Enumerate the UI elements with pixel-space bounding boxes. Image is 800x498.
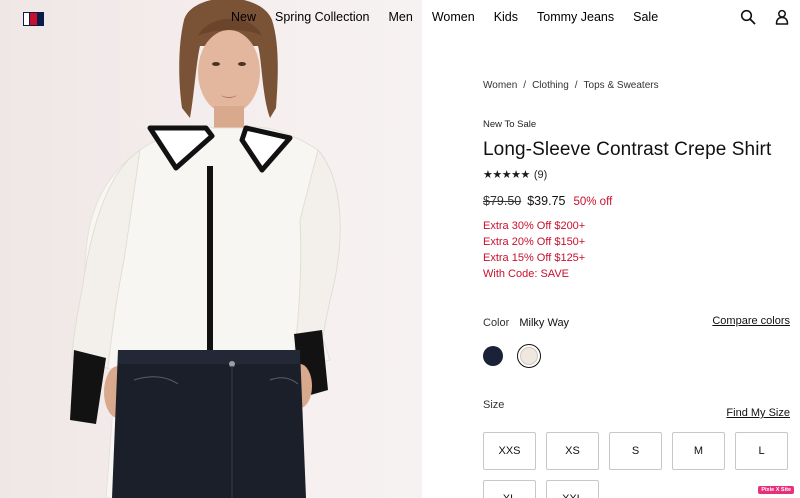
sale-price: $39.75	[527, 194, 566, 208]
promo-line: Extra 30% Off $200+	[483, 220, 586, 232]
color-swatch-milky-way-selected[interactable]	[517, 344, 541, 368]
product-details-panel: Women / Clothing / Tops & Sweaters New T…	[422, 0, 800, 498]
original-price: $79.50	[483, 194, 522, 208]
pixie-widget-badge[interactable]: Pixie X Site	[758, 486, 794, 494]
color-swatch-milky-way-fill	[520, 347, 538, 365]
logo-navy-block	[37, 12, 44, 26]
product-badge: New To Sale	[483, 119, 537, 130]
breadcrumb-women[interactable]: Women	[483, 80, 517, 91]
size-options: XXS XS S M L XL XXL	[483, 432, 791, 498]
nav-link-new[interactable]: New	[231, 10, 256, 24]
size-button-l[interactable]: L	[735, 432, 788, 470]
price-block: $79.50 $39.75 50% off	[483, 194, 612, 208]
size-button-m[interactable]: M	[672, 432, 725, 470]
rating-stars: ★★★★★	[483, 169, 530, 181]
review-count[interactable]: (9)	[534, 169, 547, 181]
model-illustration	[70, 0, 341, 498]
product-title: Long-Sleeve Contrast Crepe Shirt	[483, 139, 772, 160]
selected-color-name: Milky Way	[519, 317, 570, 329]
color-selector-header: Color Milky Way	[483, 317, 569, 329]
color-swatch-navy[interactable]	[483, 346, 503, 366]
size-button-xl[interactable]: XL	[483, 480, 536, 498]
logo-red-block	[30, 12, 37, 26]
promo-code-line: With Code: SAVE	[483, 268, 569, 280]
breadcrumb-clothing[interactable]: Clothing	[532, 80, 569, 91]
color-label: Color	[483, 317, 510, 329]
logo-white-block	[23, 12, 30, 26]
size-button-xxs[interactable]: XXS	[483, 432, 536, 470]
nav-link-men[interactable]: Men	[389, 10, 413, 24]
brand-logo[interactable]	[23, 12, 44, 26]
breadcrumb-tops-sweaters[interactable]: Tops & Sweaters	[584, 80, 659, 91]
compare-colors-link[interactable]: Compare colors	[712, 315, 790, 327]
promo-line: Extra 20% Off $150+	[483, 236, 586, 248]
nav-link-spring-collection[interactable]: Spring Collection	[275, 10, 370, 24]
color-swatches	[483, 344, 541, 368]
size-button-s[interactable]: S	[609, 432, 662, 470]
discount-label: 50% off	[573, 196, 613, 208]
promo-line: Extra 15% Off $125+	[483, 252, 586, 264]
size-button-xs[interactable]: XS	[546, 432, 599, 470]
size-label: Size	[483, 399, 505, 411]
breadcrumb: Women / Clothing / Tops & Sweaters	[483, 80, 659, 91]
product-rating[interactable]: ★★★★★ (9)	[483, 168, 547, 182]
promo-list: Extra 30% Off $200+ Extra 20% Off $150+ …	[483, 218, 585, 282]
product-hero-image	[0, 0, 422, 498]
breadcrumb-separator: /	[523, 80, 527, 91]
breadcrumb-separator: /	[574, 80, 578, 91]
size-button-xxl[interactable]: XXL	[546, 480, 599, 498]
find-my-size-link[interactable]: Find My Size	[726, 407, 790, 419]
